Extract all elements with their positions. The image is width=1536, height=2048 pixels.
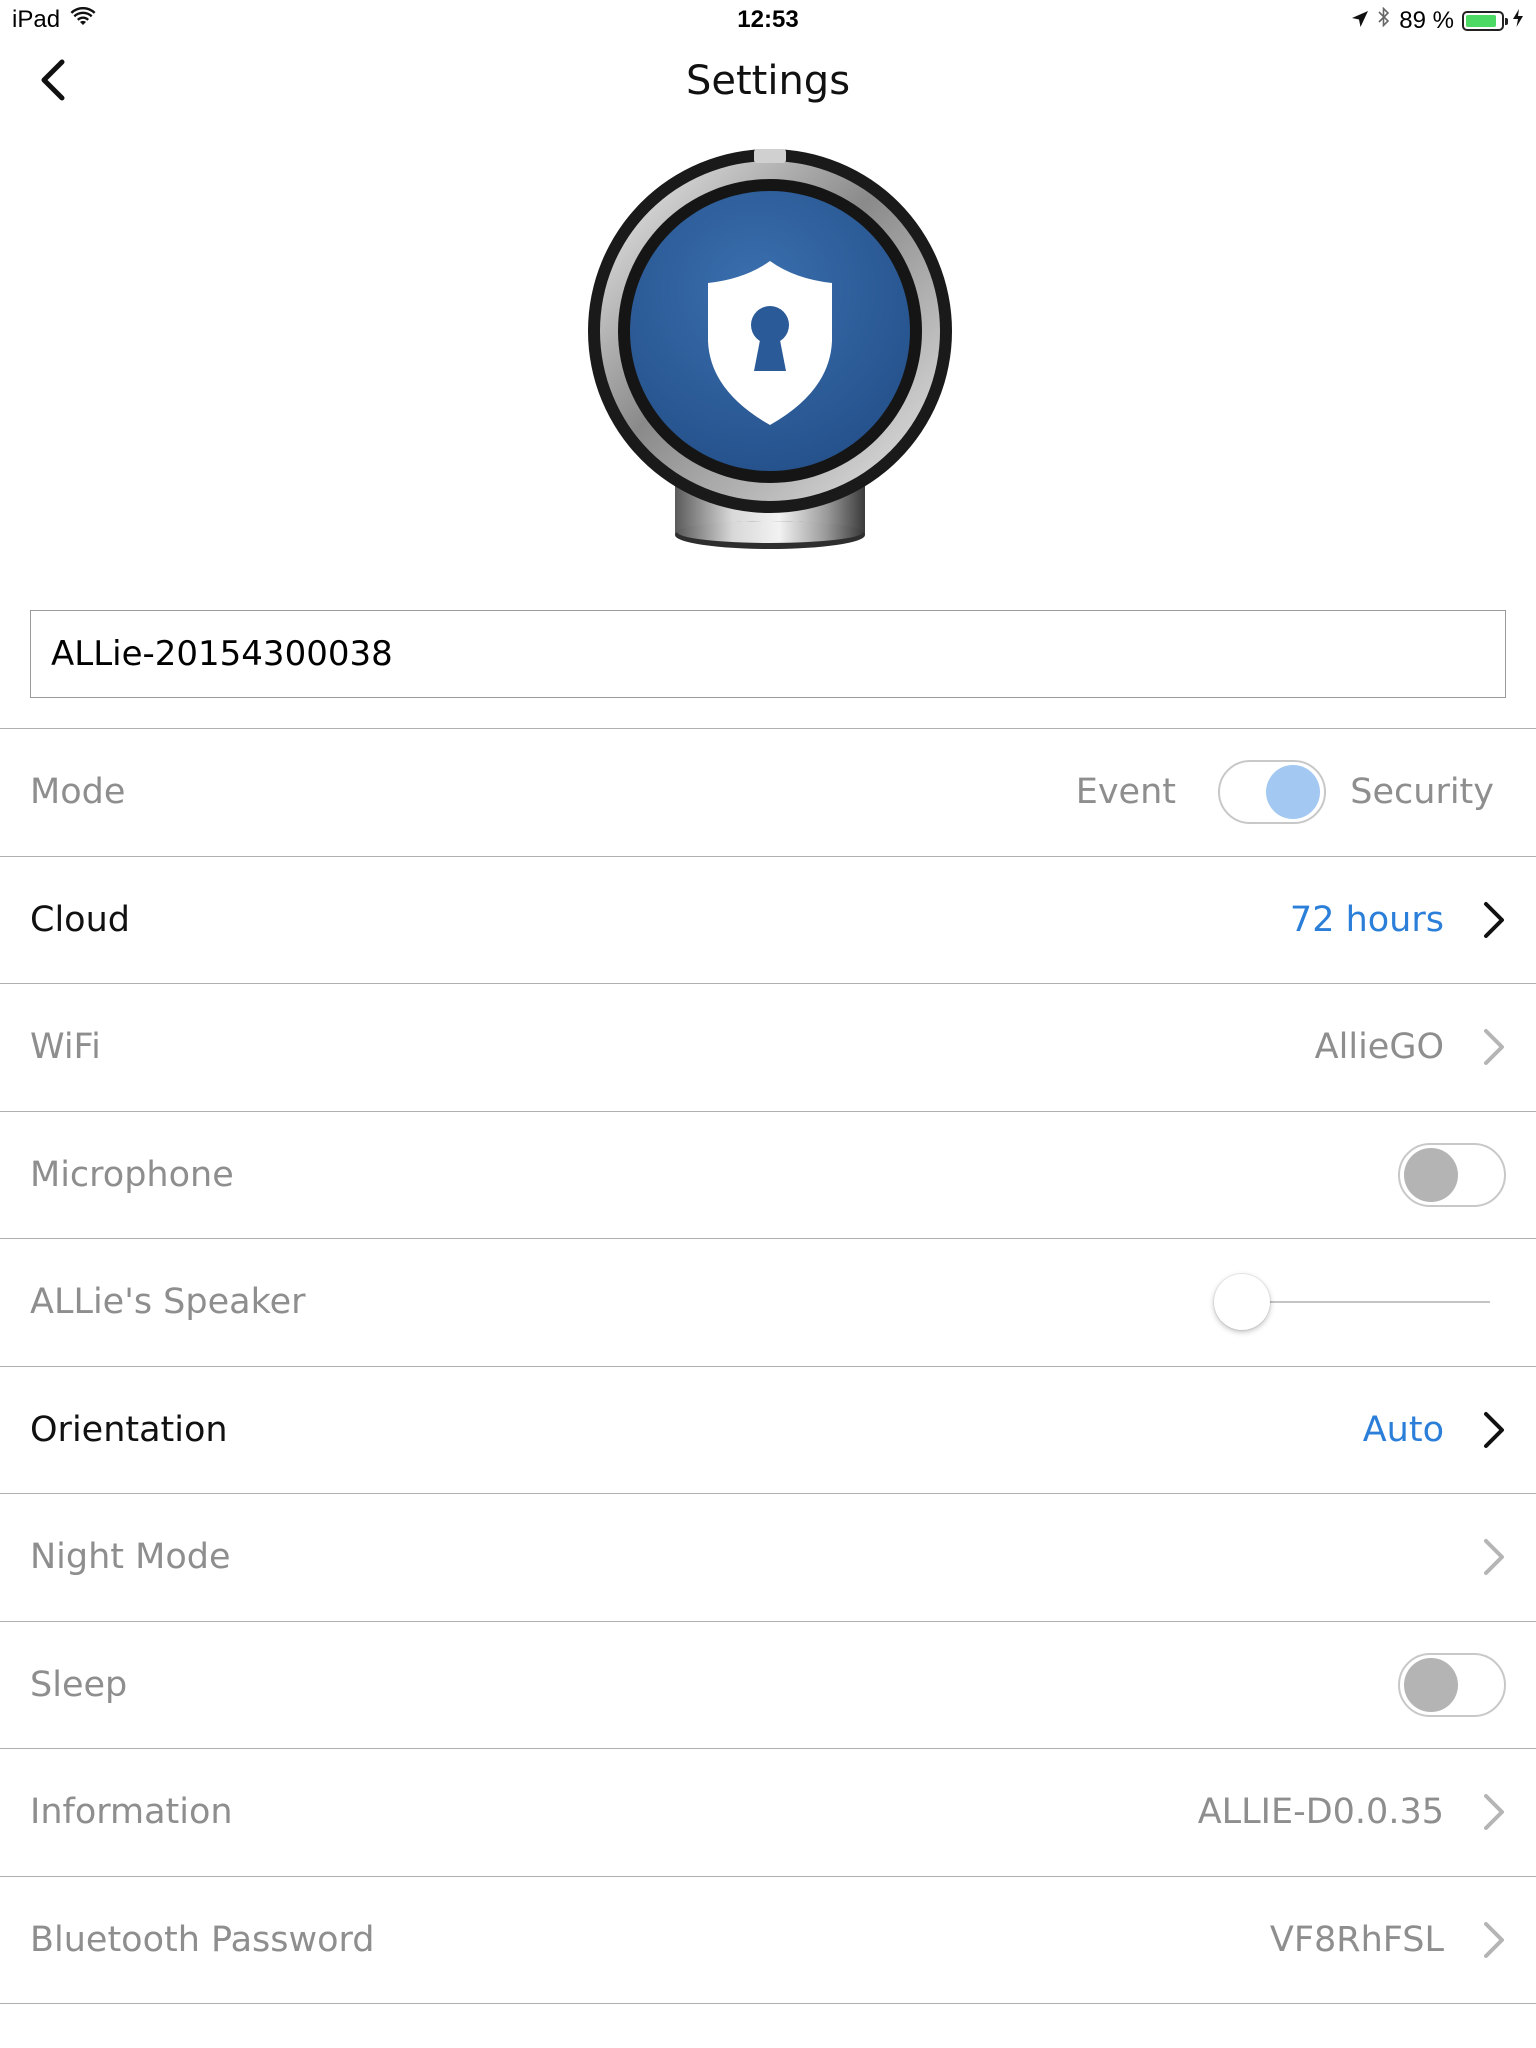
charging-bolt-icon — [1512, 7, 1524, 35]
microphone-toggle[interactable] — [1398, 1142, 1506, 1207]
chevron-right-icon — [1484, 1411, 1504, 1448]
setting-row-microphone: Microphone — [0, 1112, 1536, 1239]
setting-row-orientation[interactable]: Orientation Auto — [0, 1367, 1536, 1494]
setting-label-wifi: WiFi — [30, 1027, 101, 1068]
status-right: 89 % — [1351, 6, 1524, 35]
setting-row-information[interactable]: Information ALLIE-D0.0.35 — [0, 1749, 1536, 1877]
bluetooth-icon — [1377, 6, 1391, 35]
mode-toggle-knob — [1266, 765, 1320, 820]
setting-value-information: ALLIE-D0.0.35 — [1197, 1792, 1444, 1833]
battery-percent: 89 % — [1399, 6, 1454, 34]
setting-label-sleep: Sleep — [30, 1664, 128, 1705]
setting-row-night-mode[interactable]: Night Mode — [0, 1494, 1536, 1622]
setting-row-sleep: Sleep — [0, 1622, 1536, 1749]
setting-label-mode: Mode — [30, 772, 126, 813]
speaker-volume-slider[interactable] — [1213, 1272, 1490, 1332]
mode-option-security[interactable]: Security — [1350, 729, 1494, 856]
device-camera-image — [580, 145, 960, 565]
setting-row-speaker: ALLie's Speaker — [0, 1239, 1536, 1367]
setting-value-wifi: AllieGO — [1314, 1027, 1444, 1068]
battery-icon — [1462, 10, 1508, 31]
page-title: Settings — [685, 58, 851, 104]
setting-label-bluetooth-password: Bluetooth Password — [30, 1919, 375, 1960]
setting-value-bluetooth-password: VF8RhFSL — [1269, 1919, 1444, 1960]
setting-label-speaker: ALLie's Speaker — [30, 1282, 306, 1323]
navigation-bar: Settings — [0, 40, 1536, 130]
setting-label-cloud: Cloud — [30, 899, 130, 940]
setting-label-night-mode: Night Mode — [30, 1537, 231, 1578]
location-arrow-icon — [1351, 7, 1369, 35]
status-bar: iPad 12:53 89 % — [0, 0, 1536, 40]
battery-tip — [1505, 17, 1508, 25]
settings-list: Mode Event Security Cloud 72 hours WiFi … — [0, 728, 1536, 2004]
setting-row-cloud[interactable]: Cloud 72 hours — [0, 857, 1536, 984]
chevron-right-icon — [1484, 1794, 1504, 1831]
mode-option-event[interactable]: Event — [1076, 729, 1176, 856]
setting-row-mode: Mode Event Security — [0, 729, 1536, 857]
setting-label-microphone: Microphone — [30, 1154, 234, 1195]
setting-value-orientation: Auto — [1362, 1409, 1444, 1450]
mode-toggle[interactable] — [1218, 760, 1326, 825]
setting-label-information: Information — [30, 1792, 233, 1833]
battery-level-fill — [1466, 14, 1497, 27]
status-time: 12:53 — [737, 6, 799, 33]
setting-row-wifi[interactable]: WiFi AllieGO — [0, 984, 1536, 1112]
setting-label-orientation: Orientation — [30, 1409, 228, 1450]
microphone-toggle-knob — [1404, 1147, 1458, 1202]
sleep-toggle[interactable] — [1398, 1652, 1506, 1717]
setting-value-cloud: 72 hours — [1289, 899, 1444, 940]
setting-row-bluetooth-password[interactable]: Bluetooth Password VF8RhFSL — [0, 1877, 1536, 2004]
chevron-right-icon — [1484, 901, 1504, 938]
sleep-toggle-knob — [1404, 1657, 1458, 1712]
chevron-right-icon — [1484, 1539, 1504, 1576]
chevron-right-icon — [1484, 1029, 1504, 1066]
device-name-input[interactable] — [30, 610, 1506, 698]
slider-thumb[interactable] — [1213, 1274, 1270, 1331]
chevron-right-icon — [1484, 1921, 1504, 1958]
